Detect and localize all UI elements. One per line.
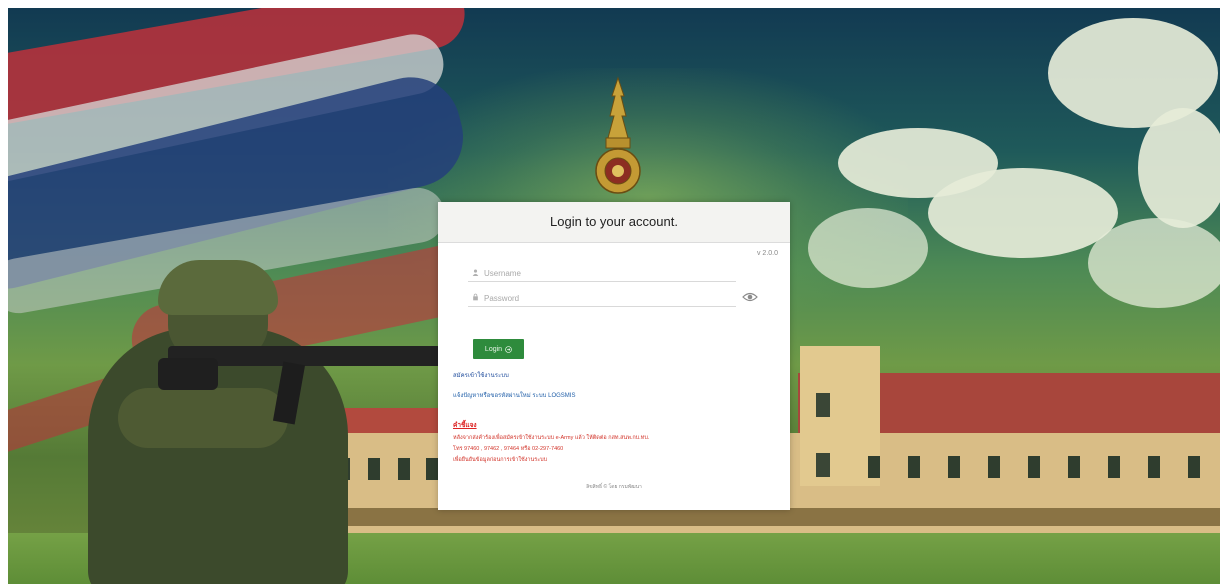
note-line: หลังจากส่งคำร้องเพื่อสมัครเข้าใช้งานระบบ… [453, 435, 650, 441]
building-window [368, 458, 380, 480]
login-card: Login to your account. v 2.0.0 Login สมั… [438, 202, 790, 510]
eye-icon[interactable] [742, 292, 758, 302]
building-base [308, 508, 1220, 526]
soldier-helmet [158, 260, 278, 315]
cloud [808, 208, 928, 288]
cloud [1138, 108, 1220, 228]
building-window [816, 453, 830, 477]
building-window [1028, 456, 1040, 478]
note-heading: คำชี้แจง [453, 422, 477, 429]
building-window [1068, 456, 1080, 478]
building-window [398, 458, 410, 480]
arrow-right-circle-icon [505, 345, 512, 353]
login-title: Login to your account. [550, 214, 678, 229]
username-field[interactable] [468, 265, 736, 282]
password-input[interactable] [482, 293, 726, 303]
user-icon [468, 269, 482, 278]
login-button-label: Login [484, 345, 503, 353]
cloud [928, 168, 1118, 258]
building-window [426, 458, 438, 480]
cloud [1088, 218, 1220, 308]
building-window [988, 456, 1000, 478]
rifle-stock [158, 358, 218, 390]
lock-icon [468, 293, 482, 303]
building-window [1148, 456, 1160, 478]
username-input[interactable] [482, 268, 726, 278]
building-window [948, 456, 960, 478]
login-button[interactable]: Login [473, 339, 524, 359]
soldier-body [88, 328, 348, 584]
note-line: โทร 97460 , 97462 , 97464 หรือ 02-297-74… [453, 446, 564, 452]
login-card-header: Login to your account. [438, 202, 790, 243]
footer-text: ลิขสิทธิ์ © โดย กรมพัฒนา [586, 484, 642, 490]
building-window [908, 456, 920, 478]
soldier-arm [118, 388, 288, 448]
army-emblem-icon [595, 76, 641, 194]
note-line: เพื่อยืนยันข้อมูลก่อนการเข้าใช้งานระบบ [453, 457, 548, 463]
password-field[interactable] [468, 290, 736, 307]
support-link[interactable]: แจ้งปัญหาหรือขอรหัสผ่านใหม่ ระบบ LOGSMIS [453, 390, 575, 400]
building-window [868, 456, 880, 478]
building-window [1188, 456, 1200, 478]
building-window [816, 393, 830, 417]
version-label: v 2.0.0 [756, 250, 778, 257]
building-window [1108, 456, 1120, 478]
register-link[interactable]: สมัครเข้าใช้งานระบบ [453, 370, 509, 380]
